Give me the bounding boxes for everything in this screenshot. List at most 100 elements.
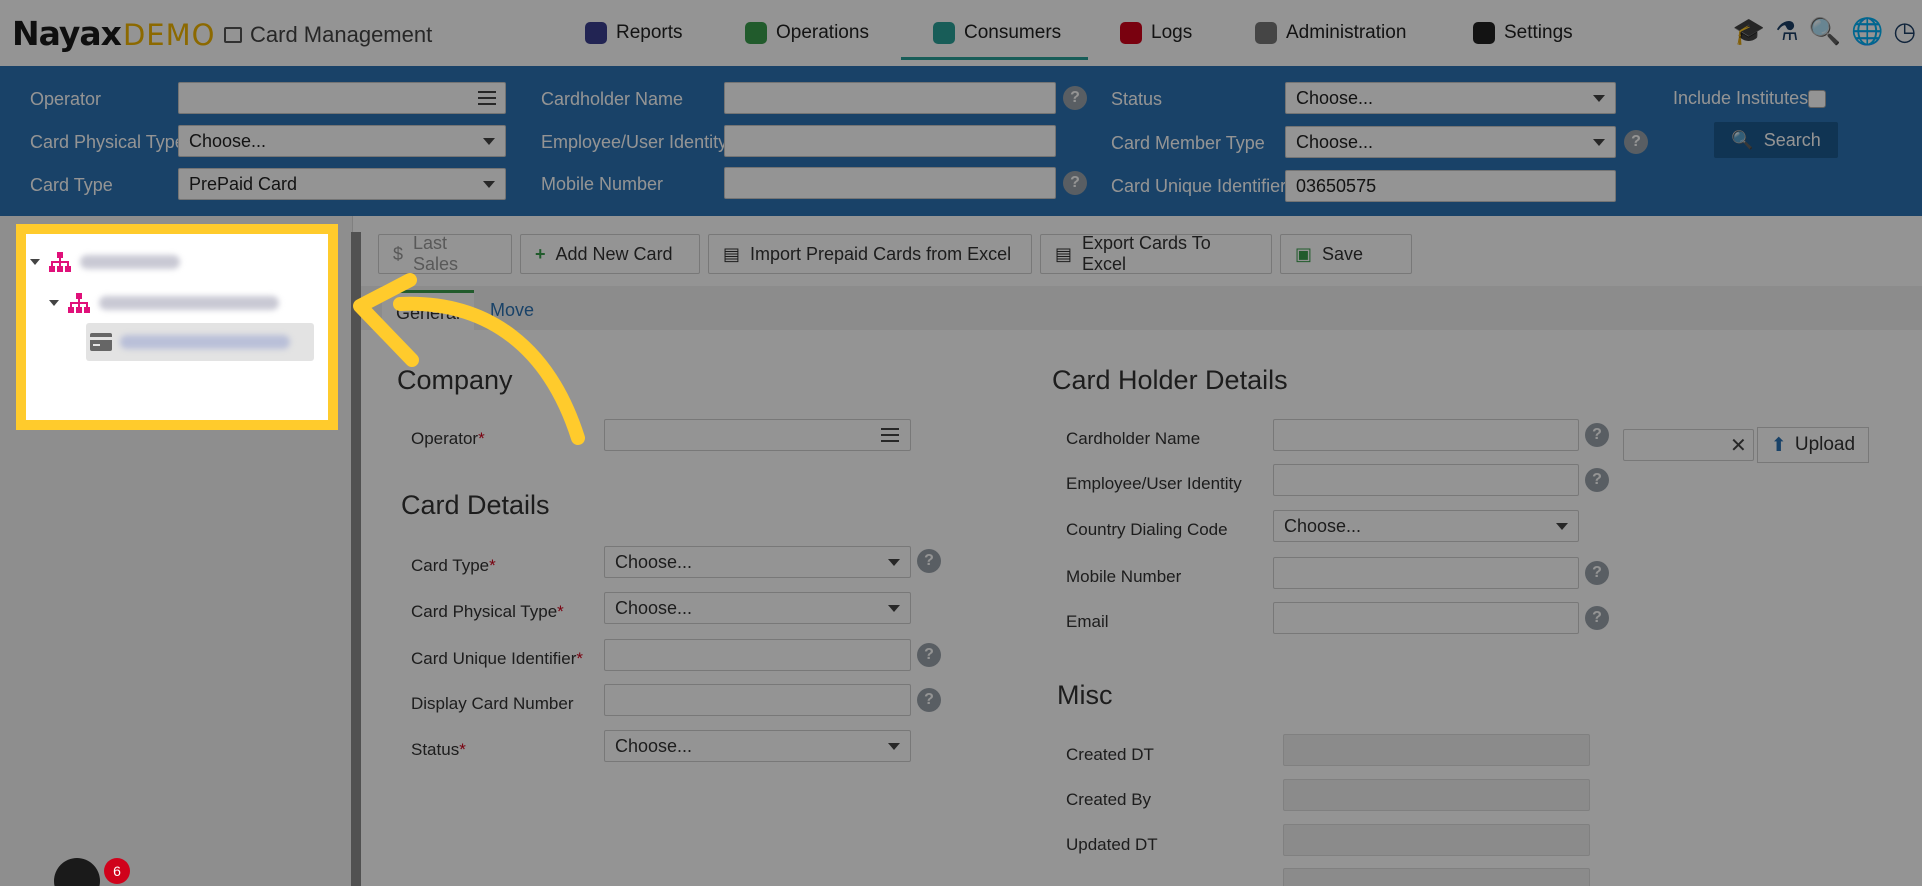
export-cards-button[interactable]: ▤ Export Cards To Excel [1040,233,1272,274]
nav-logs[interactable]: Logs [1120,18,1192,48]
misc-section-title: Misc [1057,680,1113,710]
display-card-number-label: Display Card Number [411,694,574,713]
country-dialing-code-select[interactable]: Choose... [1273,510,1579,542]
nav-administration[interactable]: Administration [1255,18,1406,48]
search-icon[interactable]: 🔍 [1809,16,1841,47]
clear-icon[interactable]: ✕ [1730,433,1747,458]
nav-settings[interactable]: Settings [1473,18,1573,48]
filter-card-unique-identifier-input[interactable]: 03650575 [1285,170,1616,202]
reports-icon [585,22,607,44]
help-icon[interactable]: ? [1063,86,1087,110]
created-by-label: Created By [1066,790,1152,809]
filter-card-type-label: Card Type [30,175,113,195]
card-holder-section-title: Card Holder Details [1052,365,1288,395]
help-icon[interactable]: ? [1585,468,1609,492]
active-nav-indicator [901,57,1088,60]
flask-icon[interactable]: ⚗ [1775,16,1798,47]
card-type-select[interactable]: Choose... [604,546,911,578]
company-operator-input[interactable] [604,419,911,451]
card-unique-identifier-label: Card Unique Identifier* [411,649,583,668]
card-unique-identifier-input[interactable] [604,639,911,671]
updated-dt-label: Updated DT [1066,835,1158,854]
upload-icon: ⬆ [1770,434,1787,456]
card-details-section-title: Card Details [401,490,550,520]
administration-icon [1255,22,1277,44]
operations-icon [745,22,767,44]
cardholder-name-input[interactable] [1273,419,1579,451]
import-prepaid-cards-button[interactable]: ▤ Import Prepaid Cards from Excel [708,234,1032,274]
pointer-arrow-icon [353,273,585,445]
status-label: Status* [411,740,466,759]
card-physical-type-label: Card Physical Type* [411,602,564,621]
filter-status-label: Status [1111,89,1163,109]
search-icon: 🔍 [1731,129,1754,150]
help-icon[interactable]: ? [917,549,941,573]
nav-reports[interactable]: Reports [585,18,683,48]
cardholder-name-label: Cardholder Name [1066,429,1201,448]
mobile-number-label: Mobile Number [1066,567,1182,586]
app-title: Card Management [224,22,432,48]
search-button[interactable]: 🔍 Search [1714,122,1838,158]
status-select[interactable]: Choose... [604,730,911,762]
nayax-logo[interactable]: NayaxDEMO [12,14,215,53]
filter-cardholder-name-label: Cardholder Name [541,89,684,109]
filter-card-unique-identifier-label: Card Unique Identifier [1111,176,1287,196]
include-institutes-label: Include Institutes [1673,88,1809,108]
filter-mobile-number-input[interactable] [724,167,1056,199]
nav-consumers[interactable]: Consumers [933,18,1061,48]
excel-file-icon: ▤ [1055,243,1073,264]
employee-identity-label: Employee/User Identity [1066,474,1242,493]
help-icon[interactable]: ? [917,643,941,667]
help-icon[interactable]: ? [1585,561,1609,585]
save-button[interactable]: ▣ Save [1280,234,1412,274]
filter-operator-input[interactable] [178,82,506,114]
save-icon: ▣ [1295,243,1313,264]
utility-icons: 🎓 ⚗ 🔍 🌐 ◷ [1733,16,1916,47]
filter-card-member-type-label: Card Member Type [1111,133,1265,153]
clock-icon[interactable]: ◷ [1893,16,1916,47]
filter-mobile-number-label: Mobile Number [541,174,664,194]
include-institutes-checkbox[interactable] [1808,90,1826,108]
mobile-number-input[interactable] [1273,557,1579,589]
filter-employee-identity-input[interactable] [724,125,1056,157]
list-icon[interactable] [881,428,899,442]
updated-dt-field [1283,824,1590,856]
help-icon[interactable]: ? [1585,423,1609,447]
logs-icon [1120,22,1142,44]
filter-card-type-select[interactable]: PrePaid Card [178,168,506,200]
filter-status-select[interactable]: Choose... [1285,82,1616,114]
created-dt-label: Created DT [1066,745,1154,764]
updated-by-field [1283,868,1590,886]
upload-button[interactable]: ⬆ Upload [1757,427,1869,463]
email-input[interactable] [1273,602,1579,634]
list-icon[interactable] [478,91,496,105]
filter-card-physical-type-label: Card Physical Type [30,132,185,152]
consumers-icon [933,22,955,44]
card-type-label: Card Type* [411,556,496,575]
globe-icon[interactable]: 🌐 [1851,16,1883,47]
filter-employee-identity-label: Employee/User Identity [541,132,728,152]
card-physical-type-select[interactable]: Choose... [604,592,911,624]
spotlight-highlight-box [16,224,338,430]
filter-operator-label: Operator [30,89,102,109]
created-dt-field [1283,734,1590,766]
settings-icon [1473,22,1495,44]
filter-card-physical-type-select[interactable]: Choose... [178,125,506,157]
filter-cardholder-name-input[interactable] [724,82,1056,114]
help-icon[interactable]: ? [917,688,941,712]
help-icon[interactable]: ? [1624,130,1648,154]
graduation-cap-icon[interactable]: 🎓 [1733,16,1765,47]
employee-identity-input[interactable] [1273,464,1579,496]
display-card-number-input[interactable] [604,684,911,716]
nav-operations[interactable]: Operations [745,18,869,48]
notification-badge: 6 [104,858,130,884]
email-label: Email [1066,612,1109,631]
filter-card-member-type-select[interactable]: Choose... [1285,126,1616,158]
help-icon[interactable]: ? [1063,171,1087,195]
created-by-field [1283,779,1590,811]
top-navigation: NayaxDEMO Card Management Reports Operat… [0,0,1922,66]
help-icon[interactable]: ? [1585,606,1609,630]
excel-file-icon: ▤ [723,243,741,264]
country-dialing-code-label: Country Dialing Code [1066,520,1228,539]
card-management-icon [224,27,242,43]
